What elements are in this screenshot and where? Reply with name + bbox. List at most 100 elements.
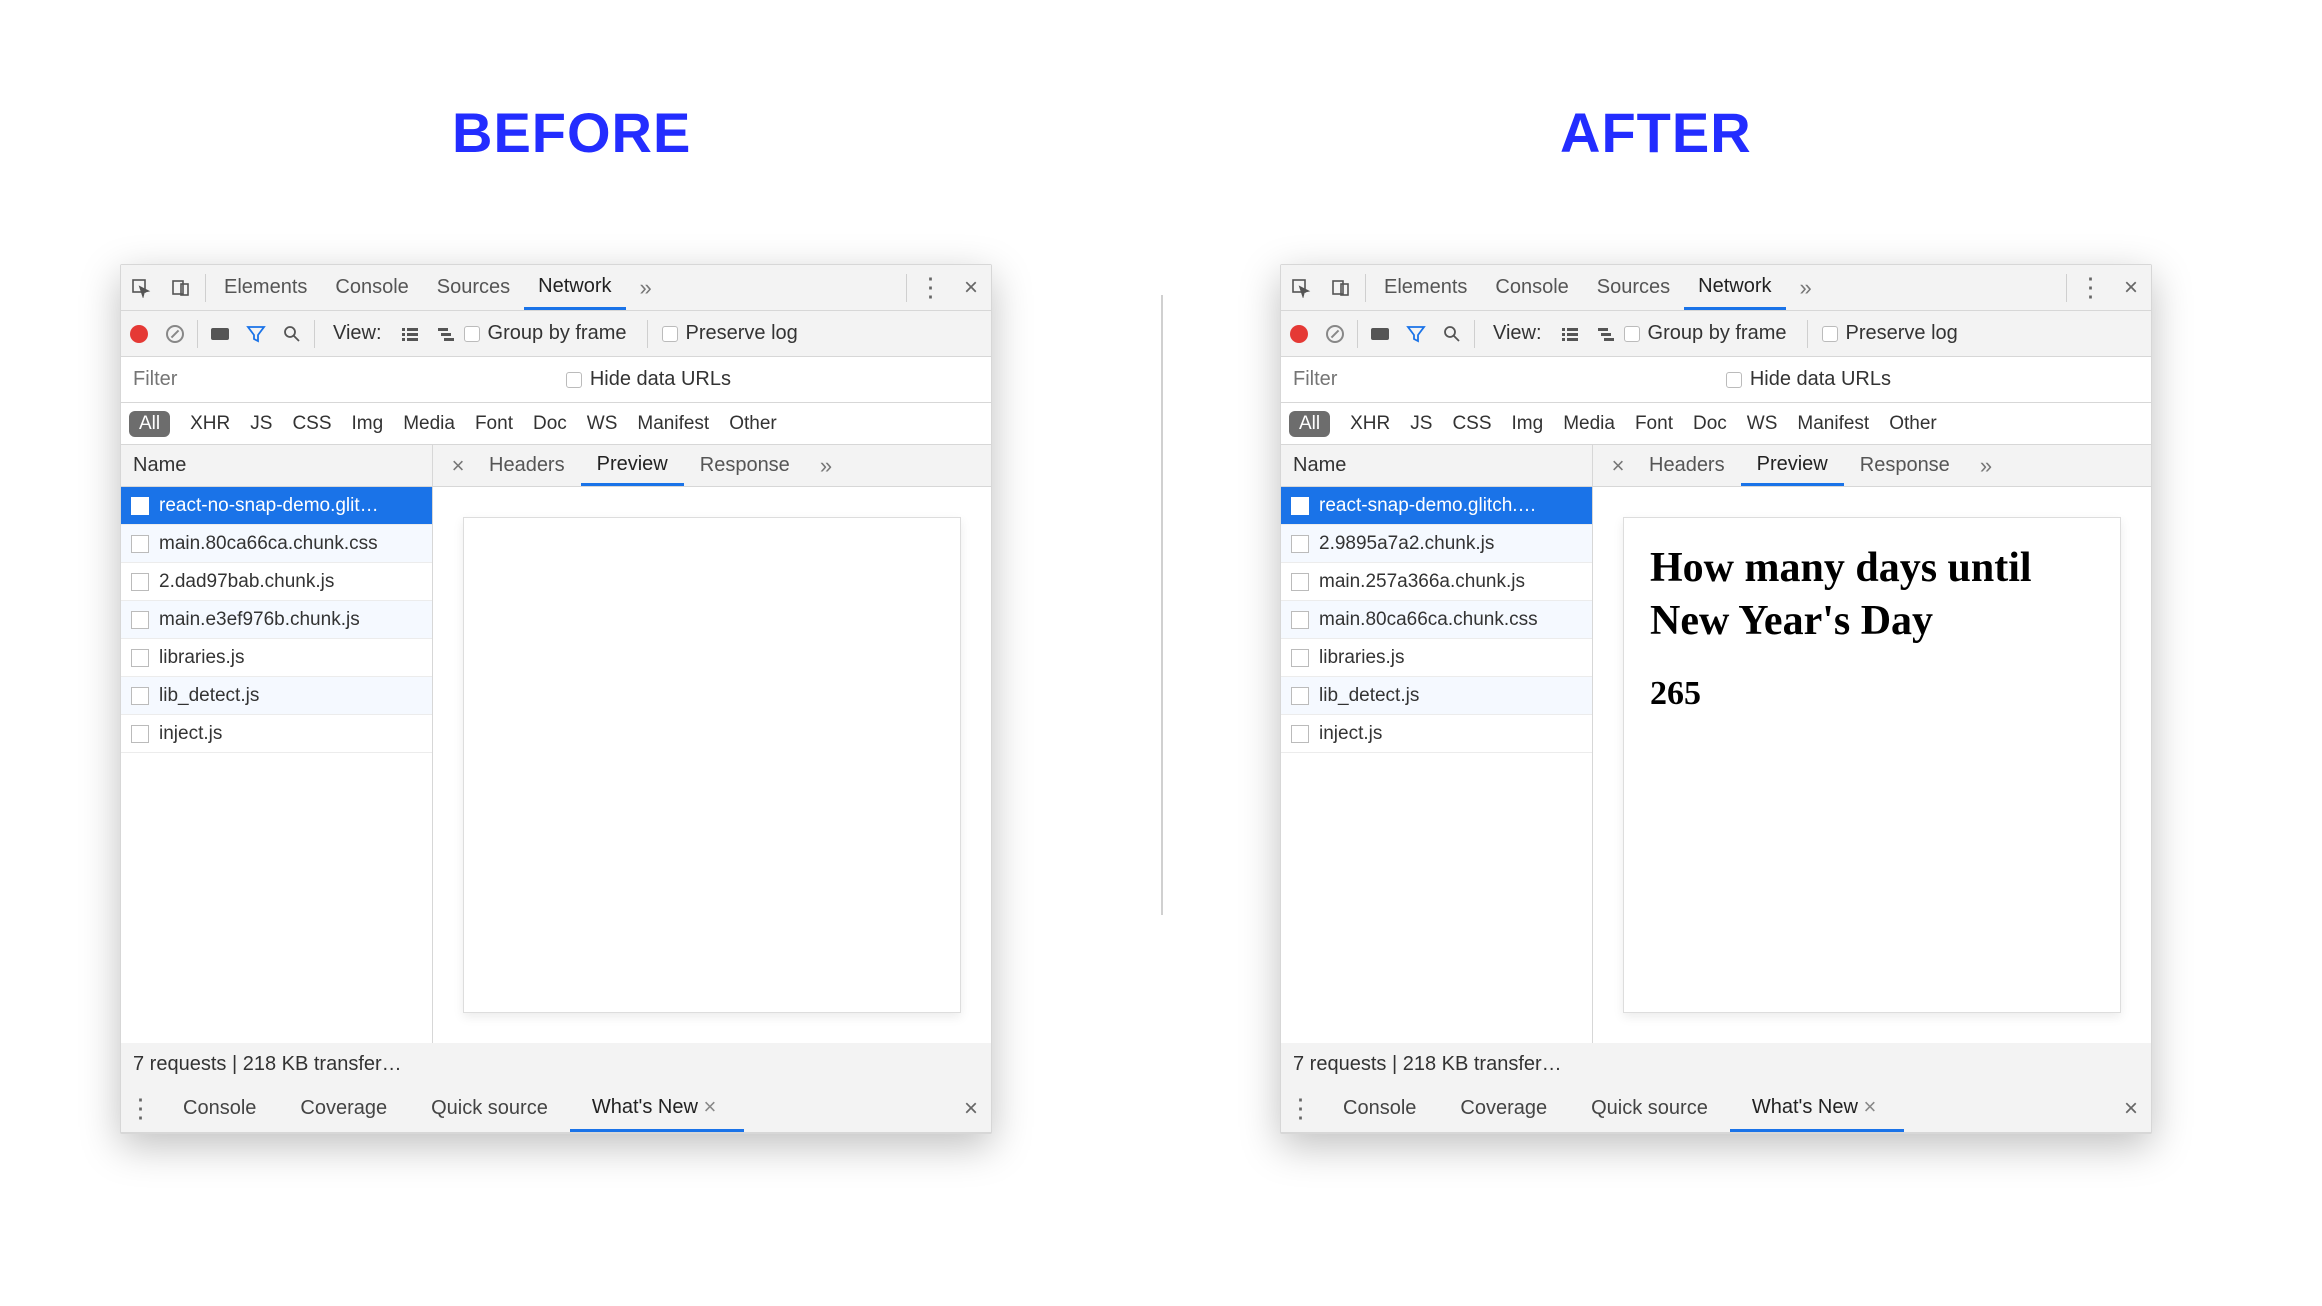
request-row[interactable]: libraries.js [1281, 639, 1592, 677]
close-drawer-icon[interactable]: × [951, 1085, 991, 1132]
drawer-tab-coverage[interactable]: Coverage [1438, 1085, 1569, 1132]
close-drawer-icon[interactable]: × [2111, 1085, 2151, 1132]
drawer-tab-coverage[interactable]: Coverage [278, 1085, 409, 1132]
drawer-tab-console[interactable]: Console [1321, 1085, 1438, 1132]
hide-data-urls-checkbox[interactable] [1726, 372, 1742, 388]
type-font[interactable]: Font [465, 413, 523, 435]
group-by-frame-checkbox[interactable] [464, 326, 480, 342]
request-row[interactable]: lib_detect.js [1281, 677, 1592, 715]
tab-network[interactable]: Network [1684, 265, 1785, 310]
column-name[interactable]: Name [1281, 445, 1592, 487]
type-manifest[interactable]: Manifest [627, 413, 719, 435]
type-js[interactable]: JS [1400, 413, 1442, 435]
request-row[interactable]: inject.js [1281, 715, 1592, 753]
close-tab-icon[interactable]: × [1858, 1094, 1882, 1120]
filter-input[interactable] [1281, 368, 1561, 391]
type-css[interactable]: CSS [282, 413, 341, 435]
clear-button[interactable] [157, 311, 193, 356]
detail-tab-response[interactable]: Response [684, 445, 806, 486]
detail-tab-preview[interactable]: Preview [1741, 445, 1844, 486]
group-by-frame-checkbox[interactable] [1624, 326, 1640, 342]
filter-icon[interactable] [1398, 311, 1434, 356]
type-xhr[interactable]: XHR [1340, 413, 1400, 435]
search-icon[interactable] [274, 311, 310, 356]
tab-sources[interactable]: Sources [423, 265, 524, 310]
kebab-menu-icon[interactable]: ⋮ [911, 265, 951, 310]
type-other[interactable]: Other [1879, 413, 1947, 435]
screenshot-icon[interactable] [202, 311, 238, 356]
request-row[interactable]: lib_detect.js [121, 677, 432, 715]
tab-elements[interactable]: Elements [1370, 265, 1481, 310]
type-other[interactable]: Other [719, 413, 787, 435]
tab-sources[interactable]: Sources [1583, 265, 1684, 310]
type-doc[interactable]: Doc [1683, 413, 1737, 435]
close-detail-icon[interactable]: × [1603, 453, 1633, 479]
type-media[interactable]: Media [393, 413, 465, 435]
type-media[interactable]: Media [1553, 413, 1625, 435]
tabs-overflow-icon[interactable]: » [626, 275, 666, 301]
view-list-icon[interactable] [392, 311, 428, 356]
type-all[interactable]: All [1289, 411, 1330, 437]
type-img[interactable]: Img [342, 413, 394, 435]
type-ws[interactable]: WS [577, 413, 628, 435]
screenshot-icon[interactable] [1362, 311, 1398, 356]
detail-tab-headers[interactable]: Headers [1633, 445, 1741, 486]
tab-console[interactable]: Console [1481, 265, 1582, 310]
view-list-icon[interactable] [1552, 311, 1588, 356]
device-toggle-icon[interactable] [161, 265, 201, 310]
detail-tab-preview[interactable]: Preview [581, 445, 684, 486]
inspect-element-icon[interactable] [1281, 265, 1321, 310]
drawer-menu-icon[interactable]: ⋮ [1281, 1085, 1321, 1132]
request-row[interactable]: main.e3ef976b.chunk.js [121, 601, 432, 639]
kebab-menu-icon[interactable]: ⋮ [2071, 265, 2111, 310]
request-row[interactable]: react-no-snap-demo.glit… [121, 487, 432, 525]
record-button[interactable] [1281, 311, 1317, 356]
type-manifest[interactable]: Manifest [1787, 413, 1879, 435]
request-row[interactable]: libraries.js [121, 639, 432, 677]
request-row[interactable]: main.80ca66ca.chunk.css [1281, 601, 1592, 639]
tabs-overflow-icon[interactable]: » [1786, 275, 1826, 301]
clear-button[interactable] [1317, 311, 1353, 356]
drawer-tab-quick-source[interactable]: Quick source [1569, 1085, 1730, 1132]
filter-icon[interactable] [238, 311, 274, 356]
hide-data-urls-checkbox[interactable] [566, 372, 582, 388]
close-devtools-icon[interactable]: × [951, 265, 991, 310]
request-row[interactable]: react-snap-demo.glitch.… [1281, 487, 1592, 525]
drawer-tab-whats-new[interactable]: What's New × [1730, 1085, 1904, 1132]
inspect-element-icon[interactable] [121, 265, 161, 310]
device-toggle-icon[interactable] [1321, 265, 1361, 310]
request-row[interactable]: 2.9895a7a2.chunk.js [1281, 525, 1592, 563]
request-row[interactable]: main.80ca66ca.chunk.css [121, 525, 432, 563]
request-row[interactable]: inject.js [121, 715, 432, 753]
tab-elements[interactable]: Elements [210, 265, 321, 310]
filter-input[interactable] [121, 368, 401, 391]
view-waterfall-icon[interactable] [1588, 311, 1624, 356]
type-js[interactable]: JS [240, 413, 282, 435]
detail-tab-headers[interactable]: Headers [473, 445, 581, 486]
column-name[interactable]: Name [121, 445, 432, 487]
preserve-log-checkbox[interactable] [1822, 326, 1838, 342]
type-css[interactable]: CSS [1442, 413, 1501, 435]
drawer-tab-quick-source[interactable]: Quick source [409, 1085, 570, 1132]
type-ws[interactable]: WS [1737, 413, 1788, 435]
request-row[interactable]: 2.dad97bab.chunk.js [121, 563, 432, 601]
drawer-menu-icon[interactable]: ⋮ [121, 1085, 161, 1132]
preserve-log-checkbox[interactable] [662, 326, 678, 342]
type-xhr[interactable]: XHR [180, 413, 240, 435]
drawer-tab-console[interactable]: Console [161, 1085, 278, 1132]
request-row[interactable]: main.257a366a.chunk.js [1281, 563, 1592, 601]
record-button[interactable] [121, 311, 157, 356]
type-img[interactable]: Img [1502, 413, 1554, 435]
drawer-tab-whats-new[interactable]: What's New × [570, 1085, 744, 1132]
search-icon[interactable] [1434, 311, 1470, 356]
type-doc[interactable]: Doc [523, 413, 577, 435]
close-detail-icon[interactable]: × [443, 453, 473, 479]
detail-tabs-overflow-icon[interactable]: » [806, 453, 846, 479]
detail-tab-response[interactable]: Response [1844, 445, 1966, 486]
tab-console[interactable]: Console [321, 265, 422, 310]
tab-network[interactable]: Network [524, 265, 625, 310]
type-font[interactable]: Font [1625, 413, 1683, 435]
type-all[interactable]: All [129, 411, 170, 437]
close-tab-icon[interactable]: × [698, 1094, 722, 1120]
view-waterfall-icon[interactable] [428, 311, 464, 356]
